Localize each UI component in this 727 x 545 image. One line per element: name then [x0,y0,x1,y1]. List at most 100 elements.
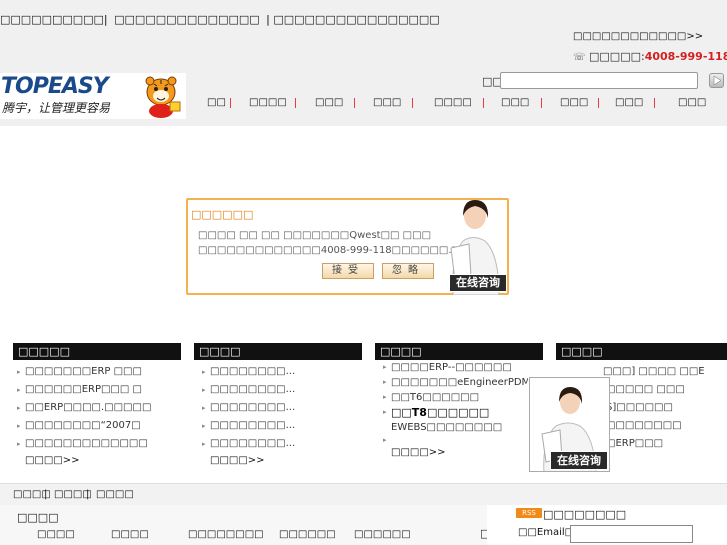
list-item[interactable]: □□□□□ □□□ [603,381,727,399]
bottom-link-5[interactable]: □□□□□□ [354,529,411,540]
search-input[interactable] [500,72,698,89]
column-list-1: ▸ □□□□□□□ERP □□□ ▸ □□□□□□ERP□□□ □ ▸ □□ERP□□… [14,363,184,469]
popup-title: □□□□□□ [191,208,254,221]
bullet-icon: ▸ [17,422,21,430]
nav-item-3[interactable]: □□□ [315,97,343,108]
column-list-2: ▸ □□□□□□□□... ▸ □□□□□□□□... ▸ □□□□□□□□... ▸… [199,363,369,469]
list-item[interactable]: ▸ □□ERP□□□□.□□□□□ [14,399,184,417]
email-input[interactable] [570,525,693,543]
bullet-icon: ▸ [383,378,387,386]
list-item[interactable]: EWEBS□□□□□□□□ [380,420,528,435]
bullet-icon: ▸ [383,436,387,444]
bullet-icon: ▸ [202,440,206,448]
list-item[interactable]: ▸ □□□□□□□□□□□□□ [14,435,184,453]
nav-item-5[interactable]: □□□□ [434,97,472,108]
email-label: □□Email□ [518,527,575,538]
rss-text: □□□□□□□□ [543,508,627,521]
nav-item-2[interactable]: □□□□ [249,97,287,108]
bullet-icon: ▸ [17,386,21,394]
rss-icon[interactable]: RSS [516,508,542,518]
tiger-mascot-icon [145,76,181,118]
more-link-1[interactable]: □□□□>> [14,453,184,469]
list-item[interactable]: □ERP□□□ [603,435,727,453]
hotline: ☏ □□□□□:4008-999-118 [573,50,727,63]
popup-consult-label[interactable]: 在线咨询 [449,274,507,292]
bottom-link-3[interactable]: □□□□□□□□ [188,529,264,540]
bullet-icon: ▸ [383,393,387,401]
accept-button[interactable]: 接受 [322,263,374,279]
list-item[interactable]: ▸ □□□□□□□□... [199,363,369,381]
list-item[interactable]: □□□] □□□□ □□E [603,363,727,381]
nav-item-4[interactable]: □□□ [373,97,401,108]
bottom-title: □□□□ [17,511,59,524]
list-item[interactable]: ▸ □□□□□□□□... [199,435,369,453]
column-list-3: ▸ □□□□ERP--□□□□□□ ▸ □□□□□□□eEngineerPDM ▸ □… [380,360,528,461]
column-header-2[interactable]: □□□□ [194,343,362,360]
nav-separator [598,98,599,108]
list-item[interactable]: S]□□□□□□ [603,399,727,417]
popup-message-line1: □□□□ □□ □□ □□□□□□□Qwest□□ □□□ [198,230,432,241]
list-item[interactable]: ▸ □□□□□□□□... [199,417,369,435]
bullet-icon: ▸ [202,386,206,394]
list-item[interactable]: ▸ □□□□□□□eEngineerPDM [380,375,528,390]
hotline-label: □□□□□: [589,50,645,63]
top-link-3[interactable]: | □□□□□□□□□□□□□□□□ [266,13,440,26]
list-item[interactable]: ▸ □□T6□□□□□□ [380,390,528,405]
footer-links-bar: □□□□ | □□□□ | □□□□ [0,483,727,506]
nav-item-6[interactable]: □□□ [501,97,529,108]
header-bar: □□□□□□□□□□| □□□□□□□□□□□□□□ | □□□□□□□□□□□… [0,0,727,126]
footer-link-3[interactable]: □□□□ [96,489,134,500]
list-item[interactable]: ▸ □□□□□□□ERP □□□ [14,363,184,381]
bottom-link-2[interactable]: □□□□ [111,529,149,540]
ignore-button[interactable]: 忽略 [382,263,434,279]
bullet-icon: ▸ [202,404,206,412]
list-item[interactable]: ▸ □□□□□□□□... [199,399,369,417]
bullet-icon: ▸ [17,404,21,412]
column-header-3[interactable]: □□□□ [375,343,543,360]
more-link-3[interactable]: □□□□>> [380,445,528,461]
column-header-4[interactable]: □□□□ [556,343,727,360]
column-list-4: □□□] □□□□ □□E □□□□□ □□□ S]□□□□□□ □□□□□□□… [603,363,727,453]
bullet-icon: ▸ [17,368,21,376]
float-consult-label: 在线咨询 [550,451,608,470]
nav-separator [541,98,542,108]
bullet-icon: ▸ [17,440,21,448]
rss-subscribe-box: RSS □□□□□□□□ □□Email□ [487,505,727,545]
top-right-link[interactable]: □□□□□□□□□□□□>> [573,31,703,42]
nav-item-9[interactable]: □□□ [678,97,706,108]
top-links: □□□□□□□□□□| □□□□□□□□□□□□□□ | □□□□□□□□□□□… [0,13,443,26]
nav-separator [412,98,413,108]
nav-item-8[interactable]: □□□ [615,97,643,108]
bottom-link-4[interactable]: □□□□□□ [279,529,336,540]
list-item[interactable]: ▸ □□T8□□□□□□ [380,405,528,420]
footer-link-separator: | [86,489,90,500]
bottom-section: □□□□ □□□□ □□□□ □□□□□□□□ □□□□□□ □□□□□□ □ … [0,505,727,545]
main-nav: □□ □□□□ □□□ □□□ □□□□ □□□ □□□ □□□ □□□ [198,97,727,111]
bullet-icon: ▸ [202,422,206,430]
search-button[interactable] [709,73,724,88]
footer-link-separator: | [44,489,48,500]
floating-consult-widget[interactable]: 在线咨询 [529,377,610,472]
bottom-link-1[interactable]: □□□□ [37,529,75,540]
list-item[interactable]: □□□□□□□□ [603,417,727,435]
column-header-1[interactable]: □□□□□ [13,343,181,360]
consult-popup: □□□□□□ □□□□ □□ □□ □□□□□□□Qwest□□ □□□ □□□… [186,198,509,295]
nav-item-7[interactable]: □□□ [560,97,588,108]
list-item[interactable]: ▸ □□□□ERP--□□□□□□ [380,360,528,375]
list-item[interactable]: ▸ □□□□□□□□“2007□ [14,417,184,435]
bullet-icon: ▸ [383,408,387,416]
nav-separator [230,98,231,108]
nav-item-1[interactable]: □□ [207,97,226,108]
logo[interactable]: TOPEASY 腾宇，让管理更容易 [0,73,186,119]
nav-separator [354,98,355,108]
bullet-icon: ▸ [202,368,206,376]
bullet-icon: ▸ [383,363,387,371]
nav-separator [654,98,655,108]
logo-text: TOPEASY [1,74,109,99]
list-item[interactable]: ▸ □□□□□□ERP□□□ □ [14,381,184,399]
more-link-2[interactable]: □□□□>> [199,453,369,469]
list-item[interactable]: ▸ □□□□□□□□... [199,381,369,399]
top-link-1[interactable]: □□□□□□□□□□| [0,13,108,26]
top-link-2[interactable]: □□□□□□□□□□□□□□ [114,13,260,26]
logo-slogan: 腾宇，让管理更容易 [2,101,111,115]
